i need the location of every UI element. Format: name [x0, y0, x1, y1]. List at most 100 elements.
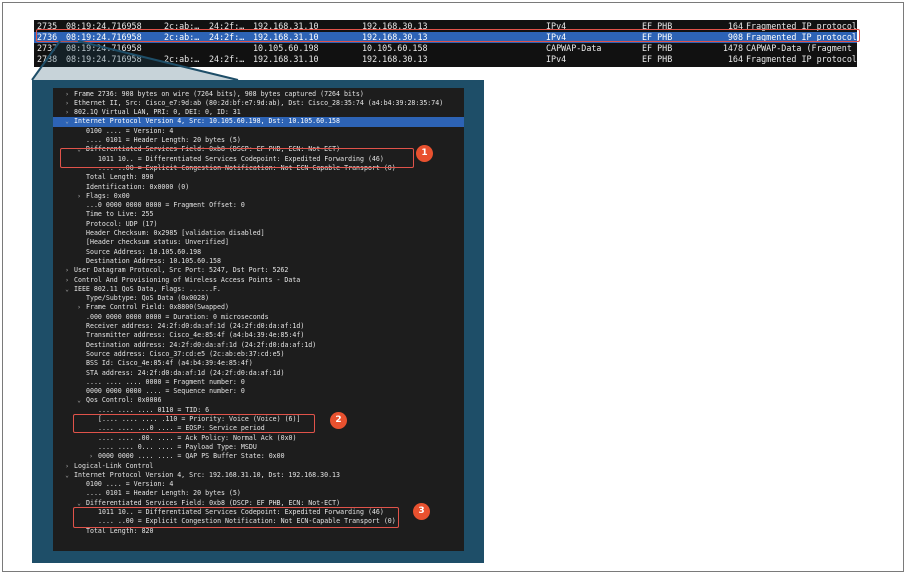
detail-line[interactable]: 0100 .... = Version: 4 — [53, 480, 464, 489]
packet-destination: 192.168.30.13 — [362, 32, 428, 42]
detail-line[interactable]: › Ethernet II, Src: Cisco_e7:9d:ab (80:2d… — [53, 99, 464, 108]
packet-list[interactable]: 2735 08:19:24.716958 2c:ab:… 24:2f:… 192… — [34, 20, 857, 67]
detail-line-text: 0100 .... = Version: 4 — [86, 480, 174, 489]
detail-line-text: Control And Provisioning of Wireless Acc… — [74, 275, 301, 284]
detail-line[interactable]: .... ..00 = Explicit Congestion Notifica… — [53, 164, 464, 173]
detail-line-text: IEEE 802.11 QoS Data, Flags: ......F. — [74, 284, 221, 293]
detail-line[interactable]: Receiver address: 24:2f:d0:da:af:1d (24:… — [53, 322, 464, 331]
detail-line[interactable]: STA address: 24:2f:d0:da:af:1d (24:2f:d0… — [53, 369, 464, 378]
expanded-chevron-icon[interactable]: ⌄ — [63, 471, 71, 480]
detail-line-text: .... .... .... 0000 = Fragment number: 0 — [86, 377, 245, 386]
collapsed-chevron-icon[interactable]: › — [63, 276, 71, 285]
collapsed-chevron-icon[interactable]: › — [63, 108, 71, 117]
expanded-chevron-icon[interactable]: ⌄ — [63, 285, 71, 294]
detail-line[interactable]: BSS Id: Cisco_4e:85:4f (a4:b4:39:4e:85:4… — [53, 359, 464, 368]
detail-line[interactable]: ⌄ Qos Control: 0x0006 — [53, 396, 464, 405]
collapsed-chevron-icon[interactable]: › — [75, 303, 83, 312]
packet-number: 2738 — [37, 54, 58, 64]
detail-line[interactable]: .... ..00 = Explicit Congestion Notifica… — [53, 517, 464, 526]
detail-line-text: .... 0101 = Header Length: 20 bytes (5) — [86, 489, 241, 498]
packet-src-mac: 2c:ab:… — [164, 21, 200, 31]
detail-line[interactable]: › 802.1Q Virtual LAN, PRI: 0, DEI: 0, ID:… — [53, 108, 464, 117]
packet-time: 08:19:24.716958 — [66, 43, 142, 53]
detail-line[interactable]: Total Length: 820 — [53, 527, 464, 536]
detail-line-text: Differentiated Services Field: 0xb8 (DSC… — [86, 145, 341, 154]
detail-line[interactable]: ...0 0000 0000 0000 = Fragment Offset: 0 — [53, 201, 464, 210]
detail-line[interactable]: Destination Address: 10.105.60.158 — [53, 257, 464, 266]
detail-line[interactable]: › Flags: 0x00 — [53, 192, 464, 201]
expanded-chevron-icon[interactable]: ⌄ — [75, 499, 83, 508]
detail-line[interactable]: Source Address: 10.105.60.198 — [53, 248, 464, 257]
packet-details-pane[interactable]: › Frame 2736: 908 bytes on wire (7264 bit… — [53, 88, 464, 551]
detail-line[interactable]: .... .... .... 0000 = Fragment number: 0 — [53, 378, 464, 387]
detail-line-text: Total Length: 890 — [86, 173, 154, 182]
detail-line[interactable]: [.... .... .... .110 = Priority: Voice (… — [53, 415, 464, 424]
packet-number: 2735 — [37, 21, 58, 31]
detail-line[interactable]: .... 0101 = Header Length: 20 bytes (5) — [53, 136, 464, 145]
packet-length: 1478 — [722, 43, 743, 53]
detail-line[interactable]: .... .... ...0 .... = EOSP: Service peri… — [53, 424, 464, 433]
detail-line[interactable]: › Control And Provisioning of Wireless Ac… — [53, 276, 464, 285]
collapsed-chevron-icon[interactable]: › — [75, 192, 83, 201]
detail-line[interactable]: 1011 10.. = Differentiated Services Code… — [53, 155, 464, 164]
detail-line-text: 802.1Q Virtual LAN, PRI: 0, DEI: 0, ID: … — [74, 108, 241, 117]
detail-line[interactable]: Header Checksum: 0x2985 [validation disa… — [53, 229, 464, 238]
packet-dst-mac: 24:2f:… — [209, 21, 245, 31]
packet-time: 08:19:24.716958 — [66, 54, 142, 64]
detail-line[interactable]: Type/Subtype: QoS Data (0x0028) — [53, 294, 464, 303]
detail-line[interactable]: › Frame Control Field: 0x8800(Swapped) — [53, 303, 464, 312]
detail-line[interactable]: [Header checksum status: Unverified] — [53, 238, 464, 247]
expanded-chevron-icon[interactable]: ⌄ — [75, 145, 83, 154]
detail-line-text: 1011 10.. = Differentiated Services Code… — [98, 154, 384, 163]
detail-line[interactable]: .... .... 0... .... = Payload Type: MSDU — [53, 443, 464, 452]
detail-line-text: Source Address: 10.105.60.198 — [86, 247, 202, 256]
detail-line[interactable]: .000 0000 0000 0000 = Duration: 0 micros… — [53, 313, 464, 322]
detail-line[interactable]: › 0000 0000 .... .... = QAP PS Buffer Sta… — [53, 452, 464, 461]
detail-line[interactable]: ⌄ Differentiated Services Field: 0xb8 (DS… — [53, 145, 464, 154]
detail-line[interactable]: Time to Live: 255 — [53, 210, 464, 219]
packet-row[interactable]: 2737 08:19:24.716958 10.105.60.198 10.10… — [34, 43, 857, 54]
detail-line[interactable]: .... 0101 = Header Length: 20 bytes (5) — [53, 489, 464, 498]
detail-line[interactable]: Protocol: UDP (17) — [53, 220, 464, 229]
detail-line[interactable]: › Logical-Link Control — [53, 462, 464, 471]
collapsed-chevron-icon[interactable]: › — [87, 452, 95, 461]
detail-line[interactable]: Transmitter address: Cisco_4e:85:4f (a4:… — [53, 331, 464, 340]
packet-row[interactable]: 2735 08:19:24.716958 2c:ab:… 24:2f:… 192… — [34, 21, 857, 32]
detail-line-text: .... .... ...0 .... = EOSP: Service peri… — [98, 424, 265, 433]
packet-time: 08:19:24.716958 — [66, 32, 142, 42]
packet-source: 10.105.60.198 — [253, 43, 319, 53]
expanded-chevron-icon[interactable]: ⌄ — [63, 117, 71, 126]
detail-line[interactable]: › User Datagram Protocol, Src Port: 5247,… — [53, 266, 464, 275]
detail-line[interactable]: 1011 10.. = Differentiated Services Code… — [53, 508, 464, 517]
expanded-chevron-icon[interactable]: ⌄ — [75, 396, 83, 405]
detail-line[interactable]: ⌄ Internet Protocol Version 4, Src: 192.1… — [53, 471, 464, 480]
detail-line[interactable]: Identification: 0x0000 (0) — [53, 183, 464, 192]
detail-line[interactable]: ⌄ IEEE 802.11 QoS Data, Flags: ......F. — [53, 285, 464, 294]
detail-line[interactable]: .... .... .... 0110 = TID: 6 — [53, 406, 464, 415]
detail-line-text: Type/Subtype: QoS Data (0x0028) — [86, 294, 210, 303]
detail-line[interactable]: Total Length: 890 — [53, 173, 464, 182]
detail-line[interactable]: Destination address: 24:2f:d0:da:af:1d (… — [53, 341, 464, 350]
detail-line-text: 0100 .... = Version: 4 — [86, 126, 174, 135]
packet-protocol: CAPWAP-Data — [546, 43, 602, 53]
detail-line[interactable]: › Frame 2736: 908 bytes on wire (7264 bit… — [53, 90, 464, 99]
detail-line-text: Protocol: UDP (17) — [86, 219, 158, 228]
detail-line[interactable]: ⌄ Internet Protocol Version 4, Src: 10.10… — [53, 117, 464, 127]
detail-line-text: .... .... .00. .... = Ack Policy: Normal… — [98, 433, 297, 442]
detail-line[interactable]: Source address: Cisco_37:cd:e5 (2c:ab:eb… — [53, 350, 464, 359]
detail-line[interactable]: 0000 0000 0000 .... = Sequence number: 0 — [53, 387, 464, 396]
collapsed-chevron-icon[interactable]: › — [63, 90, 71, 99]
packet-number: 2737 — [37, 43, 58, 53]
collapsed-chevron-icon[interactable]: › — [63, 99, 71, 108]
detail-line[interactable]: .... .... .00. .... = Ack Policy: Normal… — [53, 434, 464, 443]
packet-info: Fragmented IP protocol — [746, 32, 857, 42]
collapsed-chevron-icon[interactable]: › — [63, 266, 71, 275]
collapsed-chevron-icon[interactable]: › — [63, 462, 71, 471]
detail-line[interactable]: 0100 .... = Version: 4 — [53, 127, 464, 136]
packet-row-selected[interactable]: 2736 08:19:24.716958 2c:ab:… 24:2f:… 192… — [34, 32, 857, 43]
callout-badge-3: 3 — [413, 503, 430, 520]
packet-row[interactable]: 2738 08:19:24.716958 2c:ab:… 24:2f:… 192… — [34, 54, 857, 65]
detail-line[interactable]: ⌄ Differentiated Services Field: 0xb8 (DS… — [53, 499, 464, 508]
detail-line-text: Total Length: 820 — [86, 526, 154, 535]
detail-line-text: .... ..00 = Explicit Congestion Notifica… — [98, 517, 396, 526]
